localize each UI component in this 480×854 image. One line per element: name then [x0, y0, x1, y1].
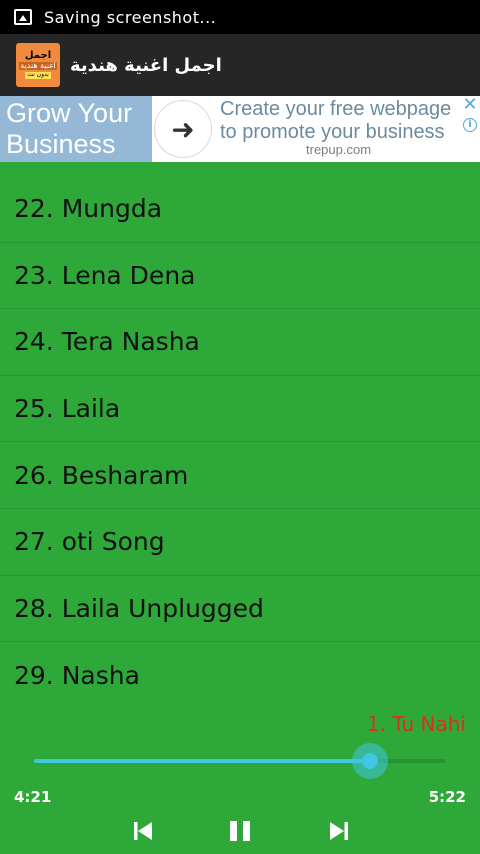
next-track-icon[interactable]: [326, 818, 352, 844]
current-time: 4:21: [14, 788, 52, 806]
playback-controls: [0, 812, 480, 850]
app-title: اجمل اغنية هندية: [70, 54, 222, 76]
previous-track-icon[interactable]: [130, 818, 156, 844]
song-item[interactable]: 29. Nasha: [0, 642, 480, 709]
pause-icon[interactable]: [227, 818, 253, 844]
song-item[interactable]: 23. Lena Dena: [0, 243, 480, 310]
screenshot-icon: [14, 9, 32, 25]
ad-headline[interactable]: Grow Your Business: [0, 96, 152, 162]
now-playing-title: 1. Tu Nahi: [366, 712, 466, 736]
ad-banner[interactable]: Grow Your Business ➜ Create your free we…: [0, 96, 480, 162]
song-list: 22. Mungda 23. Lena Dena 24. Tera Nasha …: [0, 176, 480, 709]
info-icon[interactable]: i: [463, 118, 477, 132]
ad-domain[interactable]: trepup.com: [306, 142, 371, 157]
seek-thumb[interactable]: [361, 753, 378, 769]
song-item[interactable]: 22. Mungda: [0, 176, 480, 243]
seek-progress: [34, 759, 370, 763]
song-item[interactable]: 26. Besharam: [0, 442, 480, 509]
total-time: 5:22: [428, 788, 466, 806]
status-text: Saving screenshot...: [44, 7, 217, 27]
close-icon[interactable]: ✕: [461, 96, 479, 114]
app-title-bar: اجمل اغنية هندية بدون نت اجمل اغنية هندي…: [0, 34, 480, 96]
seek-bar[interactable]: [34, 743, 446, 779]
status-bar: Saving screenshot...: [0, 0, 480, 34]
song-item[interactable]: 27. oti Song: [0, 509, 480, 576]
song-item[interactable]: 24. Tera Nasha: [0, 309, 480, 376]
song-item[interactable]: 28. Laila Unplugged: [0, 576, 480, 643]
song-item[interactable]: 25. Laila: [0, 376, 480, 443]
ad-body-text[interactable]: Create your free webpage to promote your…: [220, 98, 464, 144]
app-logo-icon: اجمل اغنية هندية بدون نت: [16, 43, 60, 87]
arrow-right-icon[interactable]: ➜: [154, 100, 212, 158]
